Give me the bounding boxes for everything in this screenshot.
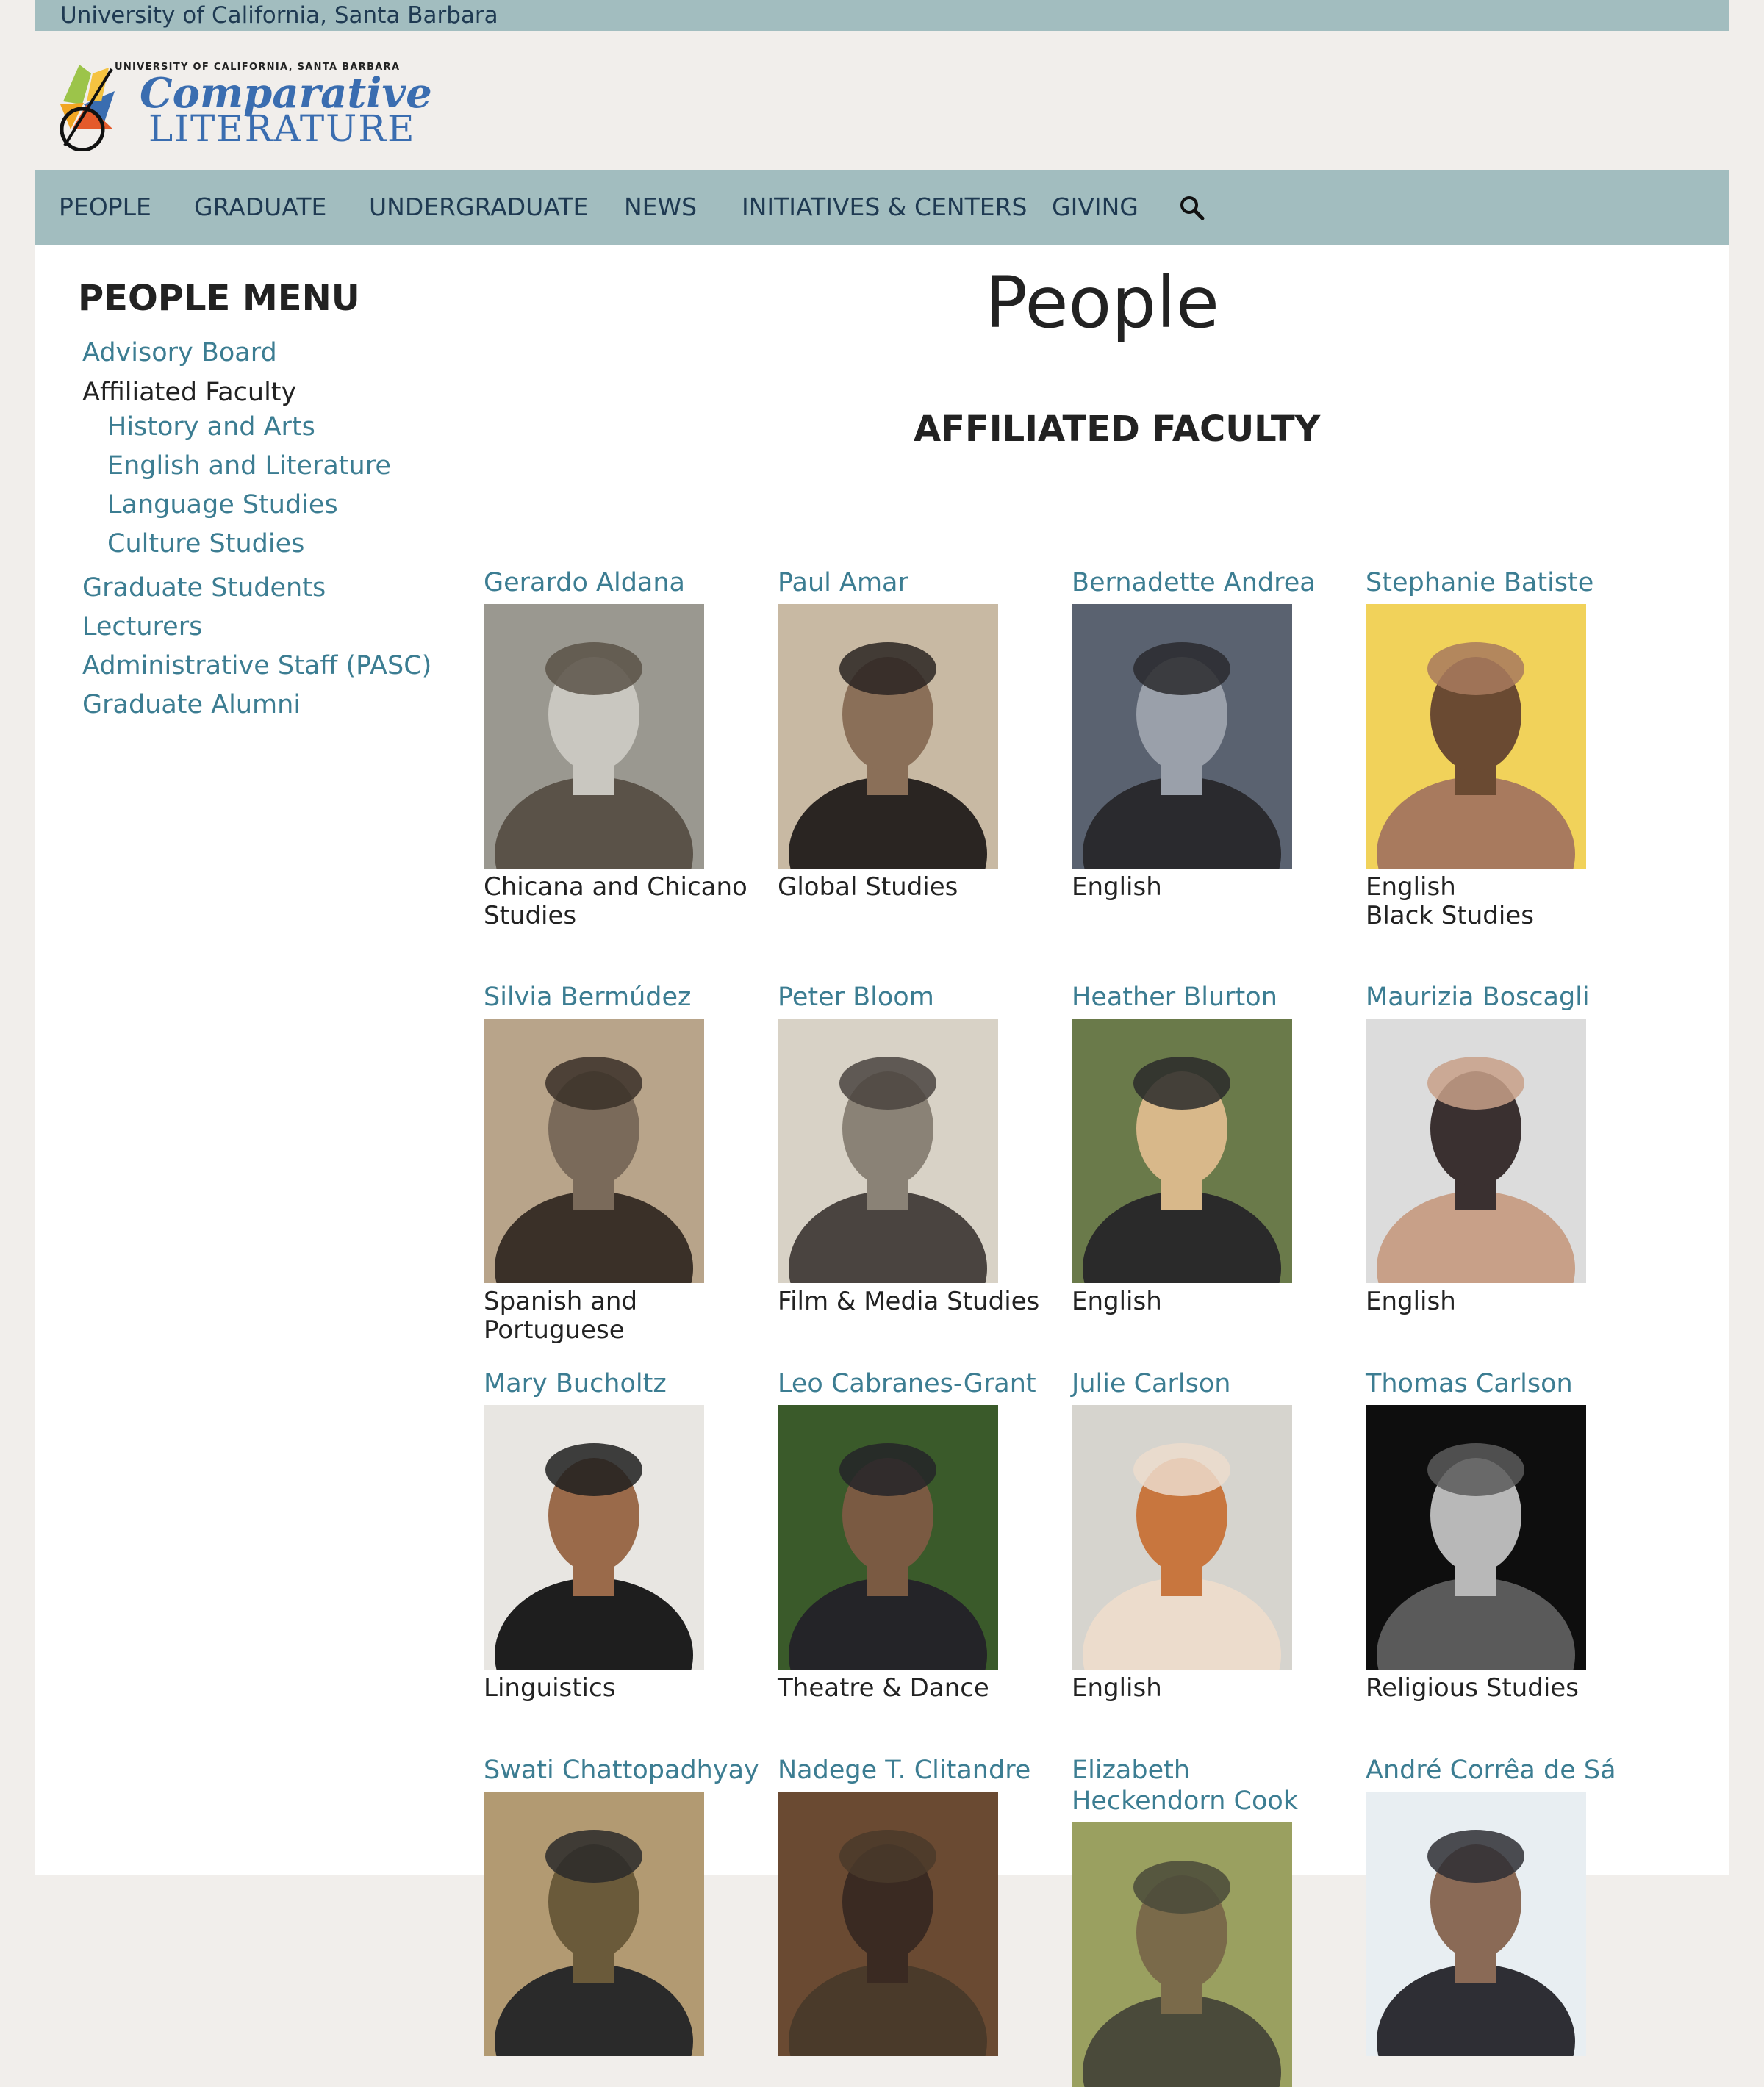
- logo-mark-icon: [60, 65, 115, 151]
- faculty-department: Global Studies: [778, 872, 958, 902]
- faculty-card[interactable]: Maurizia Boscagli English: [1366, 982, 1645, 1316]
- menu-culture-studies[interactable]: Culture Studies: [107, 529, 304, 558]
- university-topbar: University of California, Santa Barbara: [35, 0, 1729, 31]
- nav-people[interactable]: PEOPLE: [59, 170, 151, 245]
- faculty-card[interactable]: Julie Carlson English: [1072, 1368, 1351, 1703]
- menu-lecturers[interactable]: Lecturers: [82, 612, 202, 642]
- faculty-photo[interactable]: [484, 1019, 704, 1283]
- search-icon[interactable]: [1177, 193, 1207, 223]
- faculty-photo[interactable]: [778, 1019, 998, 1283]
- faculty-department: English: [1366, 1287, 1456, 1316]
- nav-graduate[interactable]: GRADUATE: [194, 170, 326, 245]
- faculty-name[interactable]: Paul Amar: [778, 567, 1057, 598]
- faculty-department: Religious Studies: [1366, 1673, 1579, 1703]
- faculty-department: English: [1072, 1287, 1162, 1316]
- faculty-card[interactable]: Nadege T. Clitandre: [778, 1755, 1057, 2056]
- faculty-card[interactable]: Swati Chattopadhyay: [484, 1755, 763, 2056]
- faculty-department: Spanish and Portuguese: [484, 1287, 638, 1345]
- faculty-card[interactable]: Silvia Bermúdez Spanish and Portuguese: [484, 982, 763, 1345]
- faculty-name[interactable]: Nadege T. Clitandre: [778, 1755, 1057, 1786]
- faculty-department: English Black Studies: [1366, 872, 1534, 930]
- faculty-photo[interactable]: [1072, 604, 1292, 869]
- faculty-name[interactable]: Thomas Carlson: [1366, 1368, 1645, 1399]
- logo-literature-text: LITERATURE: [148, 107, 416, 150]
- nav-initiatives-centers[interactable]: INITIATIVES & CENTERS: [742, 170, 1028, 245]
- faculty-name[interactable]: Stephanie Batiste: [1366, 567, 1645, 598]
- section-title: AFFILIATED FACULTY: [914, 409, 1321, 450]
- faculty-card[interactable]: Elizabeth Heckendorn Cook: [1072, 1755, 1351, 2087]
- faculty-photo[interactable]: [1366, 1792, 1586, 2056]
- faculty-card[interactable]: Gerardo Aldana Chicana and Chicano Studies: [484, 567, 763, 930]
- menu-history-and-arts[interactable]: History and Arts: [107, 412, 315, 442]
- faculty-card[interactable]: André Corrêa de Sá: [1366, 1755, 1645, 2056]
- faculty-department: Theatre & Dance: [778, 1673, 989, 1703]
- faculty-name[interactable]: Maurizia Boscagli: [1366, 982, 1645, 1013]
- menu-language-studies[interactable]: Language Studies: [107, 490, 338, 520]
- menu-english-and-literature[interactable]: English and Literature: [107, 451, 391, 481]
- menu-graduate-alumni[interactable]: Graduate Alumni: [82, 690, 301, 719]
- faculty-photo[interactable]: [484, 1792, 704, 2056]
- menu-administrative-staff[interactable]: Administrative Staff (PASC): [82, 651, 431, 680]
- faculty-name[interactable]: Julie Carlson: [1072, 1368, 1351, 1399]
- site-logo[interactable]: UNIVERSITY OF CALIFORNIA, SANTA BARBARA …: [57, 59, 432, 151]
- faculty-department: Chicana and Chicano Studies: [484, 872, 747, 930]
- menu-affiliated-faculty[interactable]: Affiliated Faculty: [82, 378, 296, 407]
- main-navigation: PEOPLE GRADUATE UNDERGRADUATE NEWS INITI…: [35, 170, 1729, 245]
- faculty-photo[interactable]: [484, 1405, 704, 1670]
- faculty-department: Linguistics: [484, 1673, 616, 1703]
- faculty-photo[interactable]: [778, 604, 998, 869]
- faculty-card[interactable]: Paul Amar Global Studies: [778, 567, 1057, 902]
- menu-graduate-students[interactable]: Graduate Students: [82, 573, 326, 603]
- nav-giving[interactable]: GIVING: [1052, 170, 1139, 245]
- faculty-department: Film & Media Studies: [778, 1287, 1040, 1316]
- nav-undergraduate[interactable]: UNDERGRADUATE: [369, 170, 588, 245]
- faculty-photo[interactable]: [1072, 1405, 1292, 1670]
- people-menu-title: PEOPLE MENU: [78, 278, 360, 319]
- faculty-name[interactable]: Silvia Bermúdez: [484, 982, 763, 1013]
- faculty-name[interactable]: Peter Bloom: [778, 982, 1057, 1013]
- page-title: People: [985, 262, 1219, 344]
- faculty-card[interactable]: Heather Blurton English: [1072, 982, 1351, 1316]
- faculty-name[interactable]: André Corrêa de Sá: [1366, 1755, 1645, 1786]
- faculty-photo[interactable]: [1072, 1822, 1292, 2087]
- faculty-card[interactable]: Peter Bloom Film & Media Studies: [778, 982, 1057, 1316]
- faculty-name[interactable]: Elizabeth Heckendorn Cook: [1072, 1755, 1351, 1817]
- faculty-name[interactable]: Mary Bucholtz: [484, 1368, 763, 1399]
- faculty-photo[interactable]: [1366, 1405, 1586, 1670]
- faculty-card[interactable]: Leo Cabranes-Grant Theatre & Dance: [778, 1368, 1057, 1703]
- faculty-card[interactable]: Thomas Carlson Religious Studies: [1366, 1368, 1645, 1703]
- faculty-department: English: [1072, 1673, 1162, 1703]
- faculty-name[interactable]: Heather Blurton: [1072, 982, 1351, 1013]
- faculty-name[interactable]: Bernadette Andrea: [1072, 567, 1351, 598]
- faculty-photo[interactable]: [778, 1792, 998, 2056]
- university-link[interactable]: University of California, Santa Barbara: [60, 2, 498, 29]
- faculty-name[interactable]: Leo Cabranes-Grant: [778, 1368, 1057, 1399]
- faculty-photo[interactable]: [1072, 1019, 1292, 1283]
- faculty-photo[interactable]: [484, 604, 704, 869]
- faculty-photo[interactable]: [778, 1405, 998, 1670]
- faculty-card[interactable]: Bernadette Andrea English: [1072, 567, 1351, 902]
- faculty-card[interactable]: Stephanie Batiste English Black Studies: [1366, 567, 1645, 930]
- faculty-card[interactable]: Mary Bucholtz Linguistics: [484, 1368, 763, 1703]
- menu-advisory-board[interactable]: Advisory Board: [82, 338, 277, 367]
- faculty-name[interactable]: Gerardo Aldana: [484, 567, 763, 598]
- nav-news[interactable]: NEWS: [624, 170, 697, 245]
- faculty-department: English: [1072, 872, 1162, 902]
- faculty-photo[interactable]: [1366, 1019, 1586, 1283]
- faculty-name[interactable]: Swati Chattopadhyay: [484, 1755, 763, 1786]
- faculty-photo[interactable]: [1366, 604, 1586, 869]
